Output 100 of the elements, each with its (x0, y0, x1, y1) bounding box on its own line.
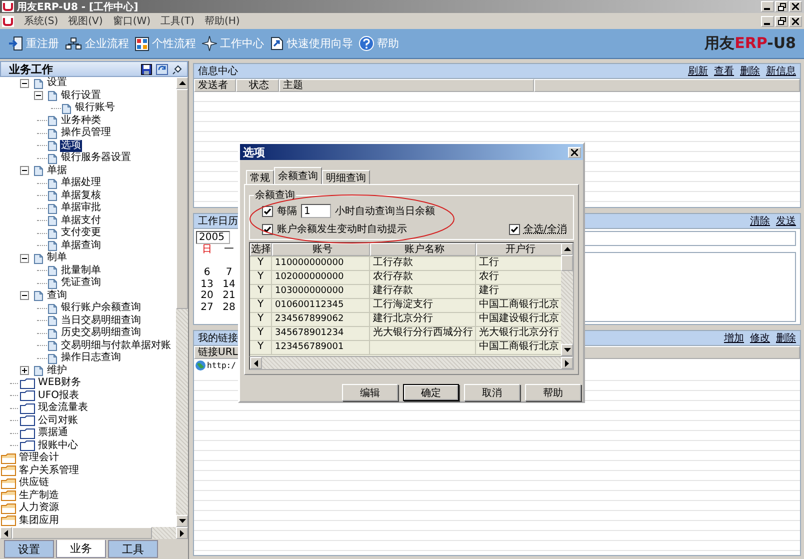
link[interactable]: 清除 (750, 214, 770, 228)
save-icon[interactable] (141, 64, 152, 74)
collapse-toggle[interactable] (20, 78, 29, 88)
calendar-day[interactable]: 21 (218, 290, 240, 302)
tree-item[interactable]: 管理会计 (18, 452, 60, 464)
menu-item[interactable]: 工具(T) (160, 14, 194, 28)
tree-item[interactable]: 业务种类 (60, 114, 102, 127)
restore-button[interactable] (775, 1, 788, 12)
tree-item[interactable]: 单据处理 (60, 177, 102, 190)
tree-item[interactable]: 查询 (46, 290, 68, 302)
tree-item[interactable]: 操作日志查询 (60, 352, 122, 364)
calendar-day[interactable]: 20 (196, 290, 218, 302)
scrollbar-thumb[interactable] (176, 89, 188, 309)
tree-item[interactable]: 银行设置 (60, 90, 102, 102)
link[interactable]: 删除 (740, 64, 760, 78)
refresh-icon[interactable] (156, 64, 168, 74)
tree-item[interactable]: 现金流量表 (37, 402, 89, 414)
pin-icon[interactable] (172, 64, 183, 74)
link[interactable]: 新信息 (766, 64, 796, 78)
scroll-left-button[interactable] (0, 527, 12, 539)
link[interactable]: 增加 (724, 331, 744, 345)
tree-item[interactable]: 银行账号 (74, 102, 116, 114)
link[interactable]: 删除 (776, 331, 796, 345)
column-header[interactable]: 账号 (272, 243, 370, 256)
minimize-button[interactable] (761, 1, 774, 12)
menu-item[interactable]: 帮助(H) (204, 14, 240, 28)
tree-item[interactable]: 票据通 (37, 427, 69, 440)
tree-item[interactable]: UFO报表 (37, 390, 80, 402)
tab[interactable]: 工具 (108, 540, 158, 558)
tree-item[interactable]: 操作员管理 (60, 127, 112, 140)
calendar-day[interactable]: 14 (218, 278, 240, 290)
link[interactable]: 修改 (750, 331, 770, 345)
column-header[interactable]: 发送者 (194, 79, 236, 92)
tree-item[interactable]: 单据支付 (60, 214, 102, 227)
tree-item[interactable]: 当日交易明细查询 (60, 314, 142, 327)
collapse-toggle[interactable] (20, 166, 29, 176)
tree-item[interactable]: 支付变更 (60, 227, 102, 240)
checkbox[interactable] (262, 206, 273, 216)
tree-item[interactable]: 历史交易明细查询 (60, 327, 142, 340)
tree-item[interactable]: 批量制单 (60, 264, 102, 277)
column-header[interactable]: 主题 (279, 79, 534, 92)
calendar-day[interactable]: 7 (218, 267, 240, 278)
tree-item[interactable]: 制单 (46, 252, 68, 264)
tree-item[interactable]: 银行服务器设置 (60, 152, 132, 164)
tree-item[interactable]: 交易明细与付款单据对账 (60, 340, 172, 352)
tree-item[interactable]: 人力资源 (18, 502, 60, 514)
input-field[interactable]: 1 (301, 204, 331, 218)
scrollbar-thumb[interactable] (12, 527, 152, 539)
collapse-toggle[interactable] (20, 254, 29, 263)
checkbox[interactable] (262, 224, 273, 234)
tab[interactable]: 余额查询 (274, 167, 322, 184)
restore-button[interactable] (775, 16, 788, 26)
expand-toggle[interactable] (20, 366, 29, 376)
link[interactable]: 刷新 (688, 64, 708, 78)
tree-item[interactable]: 单据审批 (60, 202, 102, 214)
column-header[interactable]: 选择 (250, 243, 272, 256)
link[interactable]: 发送 (776, 214, 796, 228)
tree-item[interactable]: 凭证查询 (60, 277, 102, 290)
calendar-day[interactable]: 6 (196, 267, 218, 278)
tree-item[interactable]: WEB财务 (37, 377, 82, 390)
scroll-left-button[interactable] (250, 357, 262, 369)
checkbox[interactable] (508, 224, 520, 234)
column-header[interactable]: 开户行 (476, 243, 561, 256)
tree-item[interactable]: 生产制造 (18, 490, 60, 502)
tree-item[interactable]: 单据复核 (60, 190, 102, 202)
minimize-button[interactable] (761, 16, 774, 26)
tab[interactable]: 明细查询 (322, 170, 370, 184)
tree-item[interactable]: 单据 (46, 164, 68, 177)
tab[interactable]: 设置 (4, 540, 54, 558)
calendar-day[interactable]: 13 (196, 278, 218, 290)
tree-item[interactable]: 维护 (46, 364, 68, 377)
scroll-right-button[interactable] (176, 527, 188, 539)
close-button[interactable] (789, 16, 802, 26)
tree-item[interactable]: 公司对账 (37, 414, 79, 427)
column-header[interactable]: 账户名称 (370, 243, 476, 256)
menu-item[interactable]: 窗口(W) (112, 14, 151, 28)
scroll-down-button[interactable] (176, 515, 188, 527)
collapse-toggle[interactable] (20, 291, 29, 300)
tree-item[interactable]: 客户关系管理 (18, 464, 80, 477)
tree-item[interactable]: 报账中心 (37, 440, 79, 452)
scroll-up-button[interactable] (561, 243, 573, 255)
collapse-toggle[interactable] (34, 91, 43, 100)
tree-item[interactable]: 供应链 (18, 477, 50, 490)
scrollbar-thumb[interactable] (561, 255, 573, 271)
tab[interactable]: 常规 (246, 170, 274, 184)
tab[interactable]: 业务 (56, 540, 106, 558)
link[interactable]: 查看 (714, 64, 734, 78)
tree-item[interactable]: 单据查询 (60, 240, 102, 252)
close-button[interactable] (789, 1, 802, 12)
scroll-up-button[interactable] (176, 77, 188, 89)
scroll-down-button[interactable] (561, 344, 573, 356)
menu-item[interactable]: 系统(S) (24, 14, 58, 28)
link-url[interactable]: http:/ (207, 360, 236, 370)
calendar-day[interactable]: 28 (218, 302, 240, 313)
year-field[interactable]: 2005 (196, 231, 230, 244)
tree-item[interactable]: 集团应用 (18, 514, 60, 527)
dialog-button[interactable]: 确定 (403, 384, 459, 401)
column-header[interactable]: 状态 (236, 79, 279, 92)
calendar-day[interactable]: 27 (196, 302, 218, 313)
dialog-button[interactable]: 取消 (464, 384, 520, 401)
